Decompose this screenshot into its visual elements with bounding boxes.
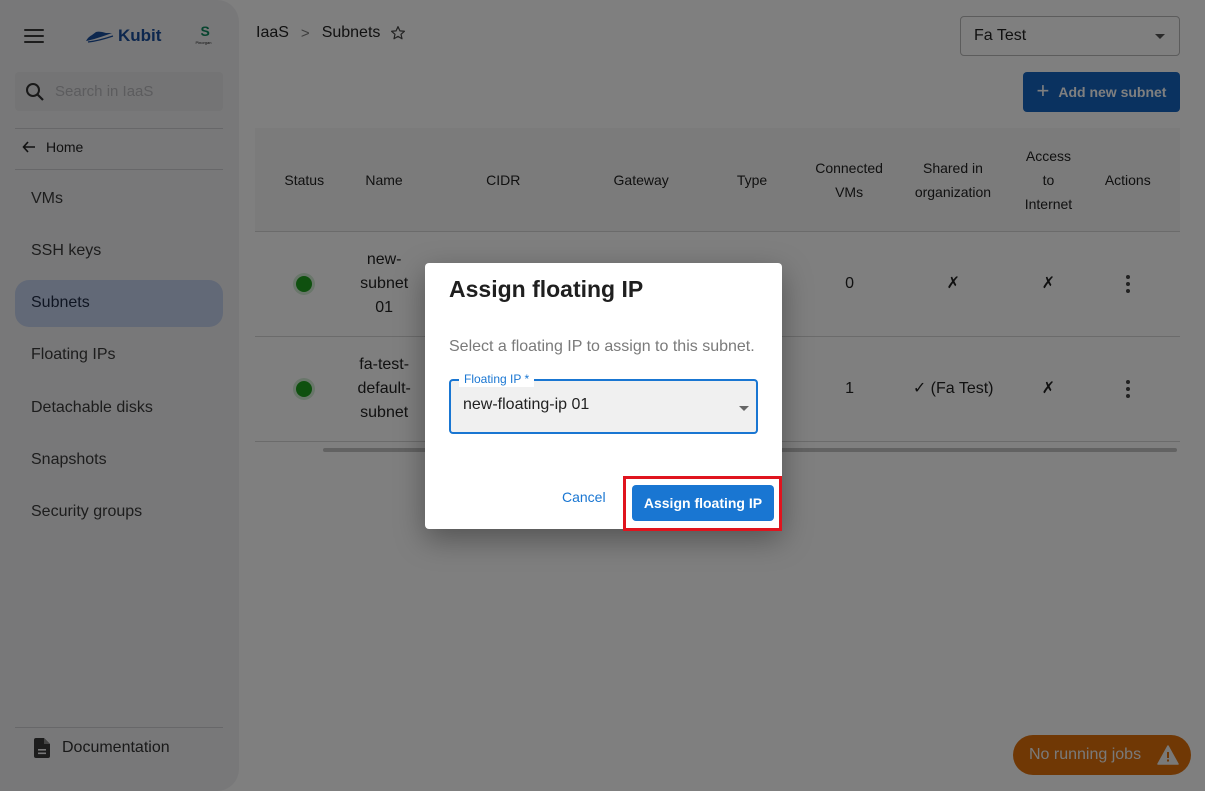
dialog-description: Select a floating IP to assign to this s… <box>449 338 755 355</box>
assign-floating-ip-dialog: Assign floating IP Select a floating IP … <box>425 263 782 531</box>
cancel-button[interactable]: Cancel <box>562 489 606 505</box>
dialog-title: Assign floating IP <box>449 276 644 302</box>
floating-ip-label: Floating IP * <box>459 371 535 387</box>
floating-ip-select[interactable]: Floating IP * new-floating-ip 01 <box>449 371 758 434</box>
chevron-down-icon <box>739 406 749 411</box>
assign-floating-ip-button[interactable]: Assign floating IP <box>632 485 774 521</box>
floating-ip-value: new-floating-ip 01 <box>463 396 590 413</box>
